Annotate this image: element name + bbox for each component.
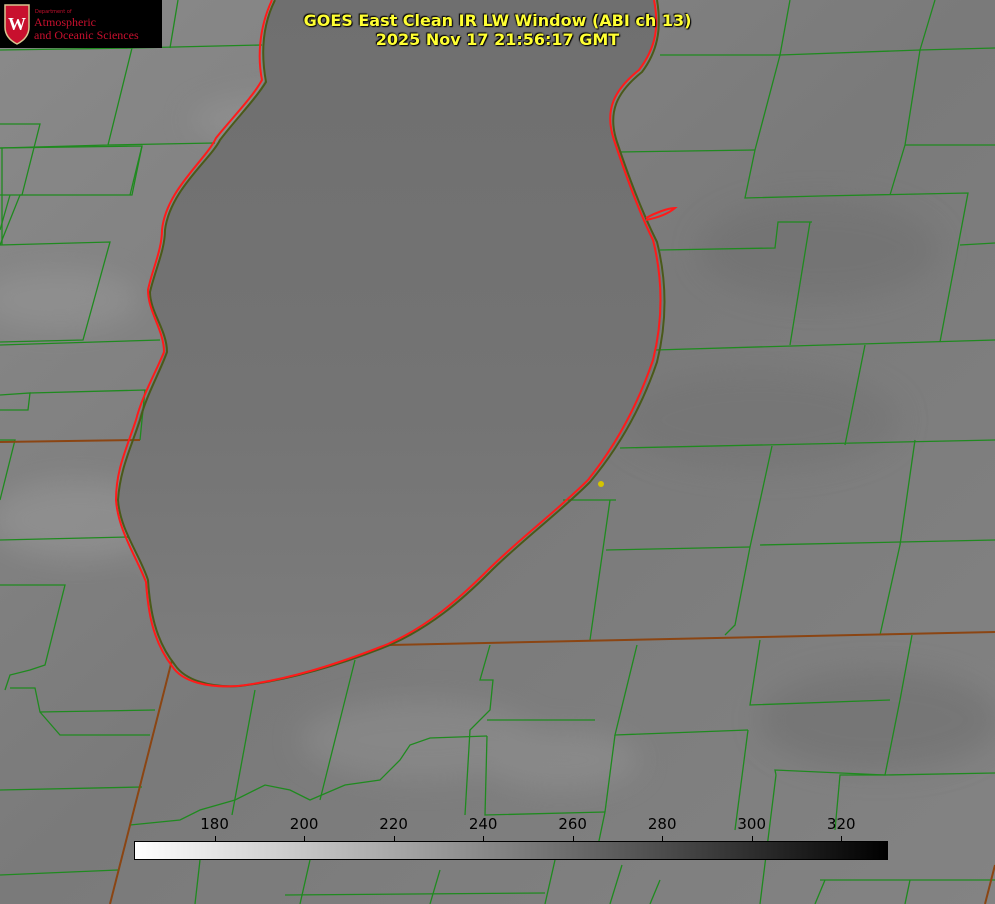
title-timestamp: 2025 Nov 17 21:56:17 GMT [375,30,620,49]
colorbar-tick-label: 180 [200,815,229,833]
colorbar-tick-mark [214,836,216,841]
colorbar-tick-mark [393,836,395,841]
colorbar-tick-mark [483,836,485,841]
colorbar-tick-mark [662,836,664,841]
colorbar-tick-label: 260 [558,815,587,833]
colorbar-tick-label: 200 [289,815,319,833]
colorbar-tick-label: 240 [468,815,498,833]
satellite-image-viewer: W Department of Atmospheric and Oceanic … [0,0,995,904]
colorbar-tick-label: 220 [379,815,408,833]
colorbar-tick-label: 300 [737,815,767,833]
map-canvas [0,0,995,904]
title-product: GOES East Clean IR LW Window (ABI ch 13) [303,11,692,30]
temperature-colorbar [134,841,888,860]
colorbar-tick-mark [751,836,753,841]
colorbar-tick-mark [841,836,843,841]
colorbar-tick-mark [572,836,574,841]
colorbar-tick-label: 320 [826,815,856,833]
image-title: GOES East Clean IR LW Window (ABI ch 13)… [0,11,995,49]
colorbar-tick-mark [304,836,306,841]
city-marker [598,481,604,487]
colorbar-tick-label: 280 [647,815,677,833]
